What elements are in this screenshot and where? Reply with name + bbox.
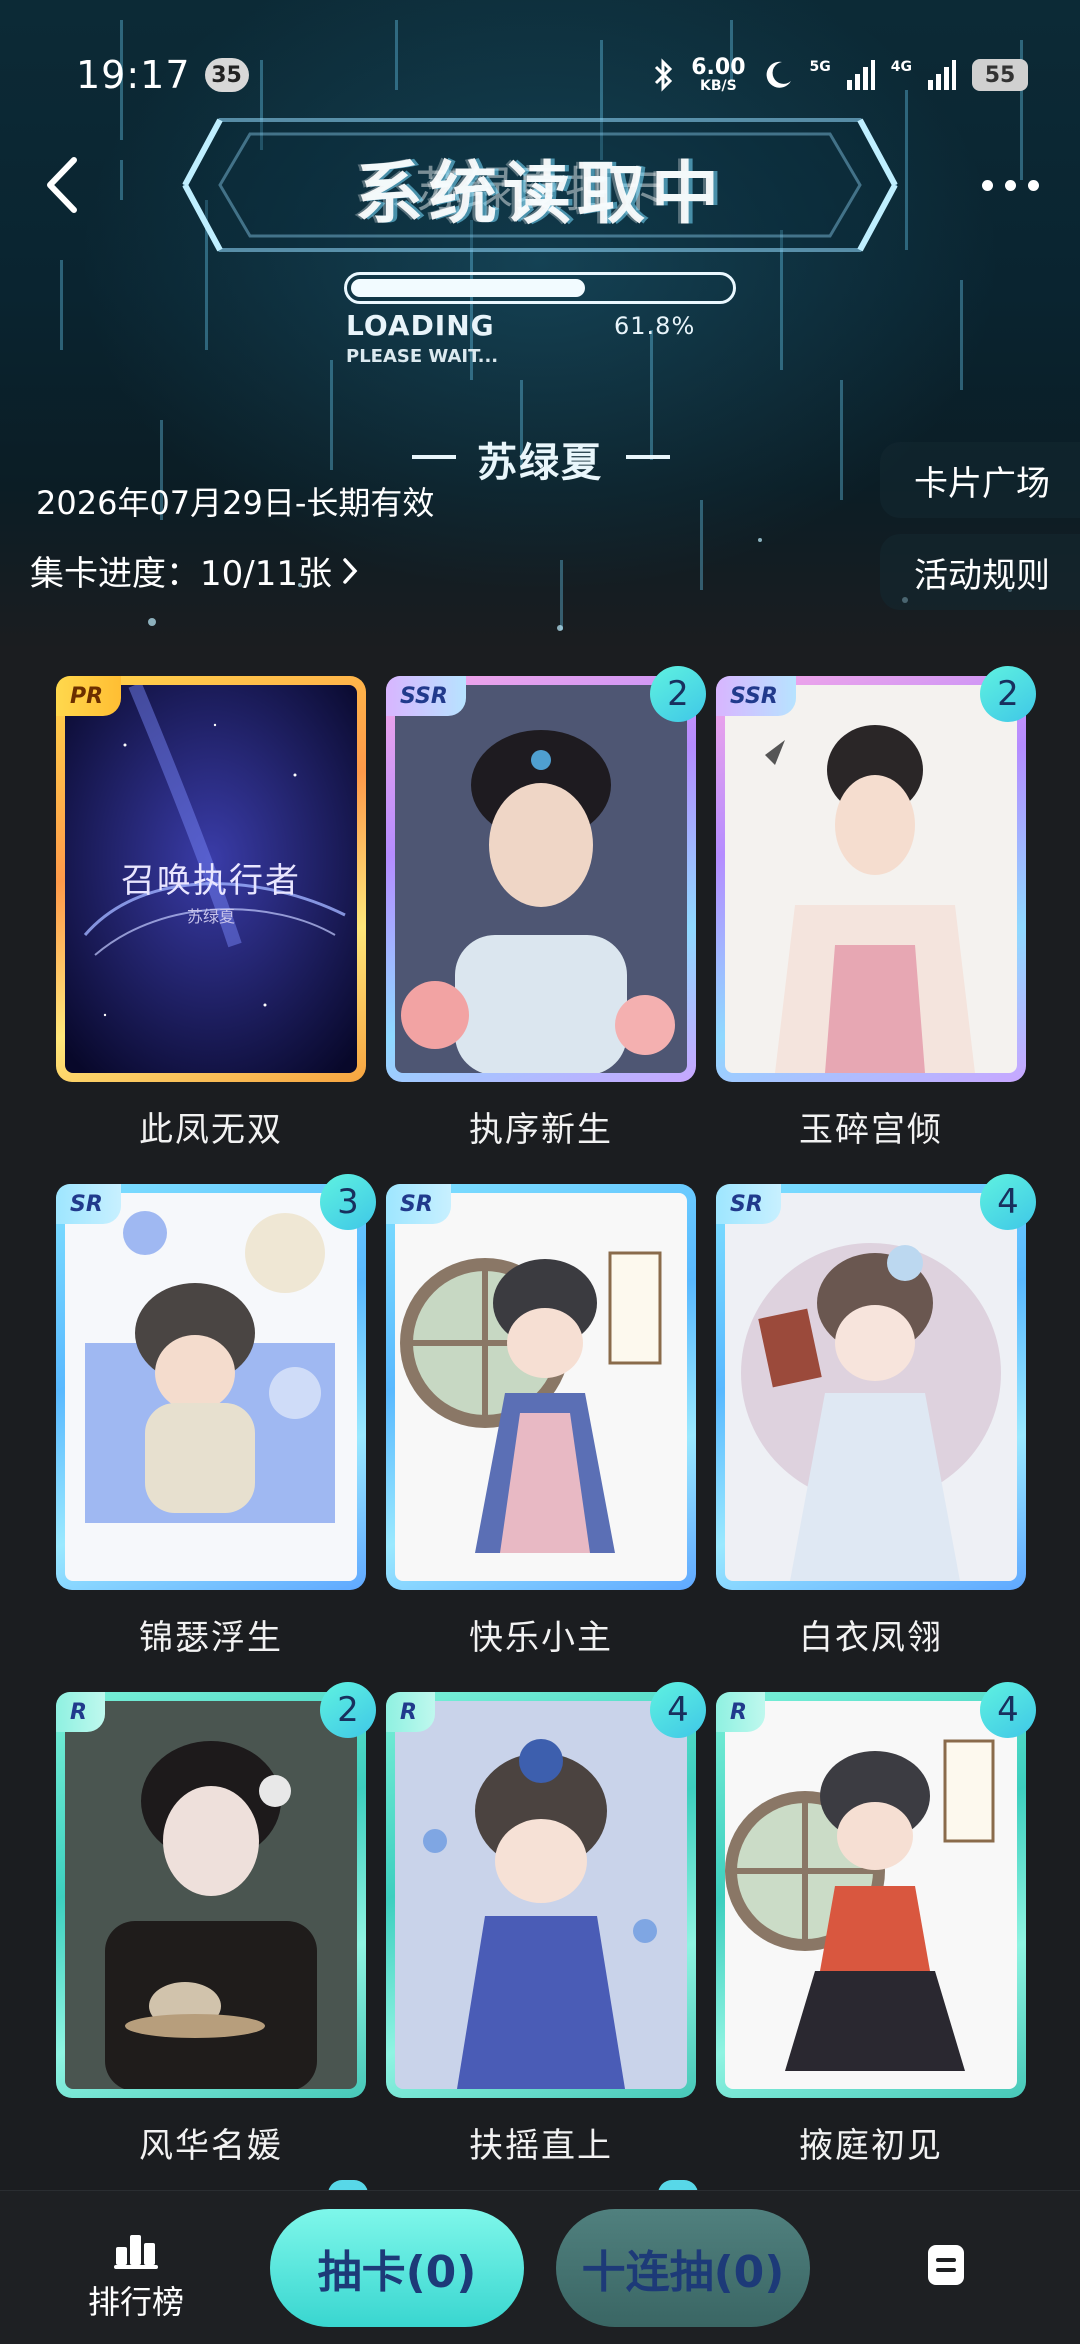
card-item[interactable]: SSR 2 执序新生 [386, 666, 706, 1151]
card-plaza-button[interactable]: 卡片广场 [880, 442, 1080, 518]
status-bar: 19:17 35 6.00 KB/S 5G 4G 55 [0, 40, 1080, 110]
validity-period: 2026年07月29日-长期有效 [36, 484, 435, 522]
card-artwork [725, 685, 1017, 1073]
card-frame: R [716, 1692, 1026, 2098]
card-count-badge: 4 [980, 1682, 1036, 1738]
collection-progress-link[interactable]: 集卡进度：10/11张 [30, 546, 360, 595]
card-frame: 召唤执行者 苏绿夏 PR [56, 676, 366, 1082]
divider-right [626, 455, 670, 459]
signal-bars-icon [846, 60, 875, 90]
leaderboard-label: 排行榜 [87, 2283, 184, 2321]
card-name: 锦瑟浮生 [139, 1618, 283, 1658]
collection-owner-name: 苏绿夏 [477, 440, 603, 486]
card-frame: SSR [386, 676, 696, 1082]
loading-progress-fill [351, 279, 585, 297]
card-item[interactable]: SR 快乐小主 [386, 1184, 696, 1659]
draw-card-button[interactable]: 抽卡(0) [270, 2209, 524, 2327]
card-count-badge: 3 [320, 1174, 376, 1230]
ranking-bars-icon [114, 2235, 158, 2269]
network-speed: 6.00 KB/S [691, 55, 746, 94]
page-title: 系统读取中 [354, 155, 725, 234]
collection-progress-text: 集卡进度：10/11张 [30, 554, 332, 594]
card-name: 扶摇直上 [469, 2126, 613, 2166]
card-artwork [395, 1701, 687, 2089]
card-artwork [65, 1193, 357, 1581]
card-art-subtitle: 苏绿夏 [186, 907, 235, 926]
loading-progress-bar [344, 272, 736, 304]
card-artwork [395, 1193, 687, 1581]
loading-label: LOADING [346, 309, 495, 342]
rarity-badge: SR [386, 1184, 451, 1224]
status-time: 19:17 [76, 53, 191, 97]
card-count-badge: 4 [980, 1174, 1036, 1230]
card-frame: SSR [716, 676, 1026, 1082]
leaderboard-button[interactable]: 排行榜 [66, 2231, 206, 2323]
card-name: 执序新生 [469, 1110, 613, 1150]
moon-icon [762, 59, 794, 91]
card-artwork [395, 685, 687, 1073]
card-art-title: 召唤执行者 [121, 861, 301, 901]
card-frame: SR [716, 1184, 1026, 1590]
card-frame: SR [56, 1184, 366, 1590]
rarity-badge: PR [56, 676, 122, 716]
battery-indicator: 55 [972, 59, 1028, 91]
back-button[interactable] [38, 150, 88, 220]
card-artwork [725, 1701, 1017, 2089]
card-item[interactable]: 召唤执行者 苏绿夏 PR 此凤无双 [56, 676, 366, 1151]
signal-bars-icon [928, 60, 956, 90]
activity-rules-button[interactable]: 活动规则 [880, 534, 1080, 610]
card-count-badge: 2 [320, 1682, 376, 1738]
card-artwork [725, 1193, 1017, 1581]
rarity-badge: R [716, 1692, 765, 1732]
rarity-badge: R [56, 1692, 105, 1732]
signal-5g-label: 5G [809, 59, 831, 75]
card-name: 掖庭初见 [799, 2126, 943, 2166]
card-count-badge: 2 [980, 666, 1036, 722]
signal-4g-label: 4G [890, 59, 912, 75]
card-frame: SR [386, 1184, 696, 1590]
draw-ten-button[interactable]: 十连抽(0) [556, 2209, 810, 2327]
card-item[interactable]: R 2 风华名媛 [56, 1682, 376, 2167]
loading-percent: 61.8% [614, 312, 696, 340]
card-collection-page: 19:17 35 6.00 KB/S 5G 4G 55 苏绿夏抽卡 系统读取中 … [0, 0, 1080, 2344]
card-name: 此凤无双 [139, 1110, 283, 1150]
bluetooth-icon [653, 58, 675, 92]
rarity-badge: SSR [386, 676, 466, 716]
card-item[interactable]: SR 3 锦瑟浮生 [56, 1174, 376, 1659]
records-button[interactable] [926, 2243, 966, 2287]
card-artwork [65, 1701, 357, 2089]
notification-count-badge: 35 [204, 58, 249, 92]
card-name: 风华名媛 [139, 2126, 283, 2166]
card-frame: R [386, 1692, 696, 2098]
rarity-badge: R [386, 1692, 435, 1732]
card-artwork: 召唤执行者 苏绿夏 [65, 685, 357, 1073]
back-arrow-icon [47, 157, 77, 213]
rarity-badge: SR [716, 1184, 781, 1224]
card-count-badge: 2 [650, 666, 706, 722]
more-options-button[interactable] [970, 165, 1050, 205]
bottom-action-bar: 排行榜 抽卡(0) 十连抽(0) [0, 2190, 1080, 2344]
card-item[interactable]: R 4 掖庭初见 [716, 1682, 1036, 2167]
chevron-right-icon [343, 557, 358, 584]
card-name: 快乐小主 [469, 1618, 613, 1658]
card-name: 白衣凤翎 [799, 1618, 943, 1658]
notes-icon [928, 2245, 964, 2285]
rarity-badge: SSR [716, 676, 796, 716]
more-dots-icon [981, 179, 993, 191]
card-item[interactable]: R 4 扶摇直上 [386, 1682, 706, 2167]
card-count-badge: 4 [650, 1682, 706, 1738]
card-name: 玉碎宫倾 [799, 1110, 943, 1150]
rarity-badge: SR [56, 1184, 121, 1224]
card-item[interactable]: SSR 2 玉碎宫倾 [716, 666, 1036, 1151]
card-frame: R [56, 1692, 366, 2098]
please-wait-label: PLEASE WAIT... [346, 346, 499, 367]
card-item[interactable]: SR 4 白衣凤翎 [716, 1174, 1036, 1659]
